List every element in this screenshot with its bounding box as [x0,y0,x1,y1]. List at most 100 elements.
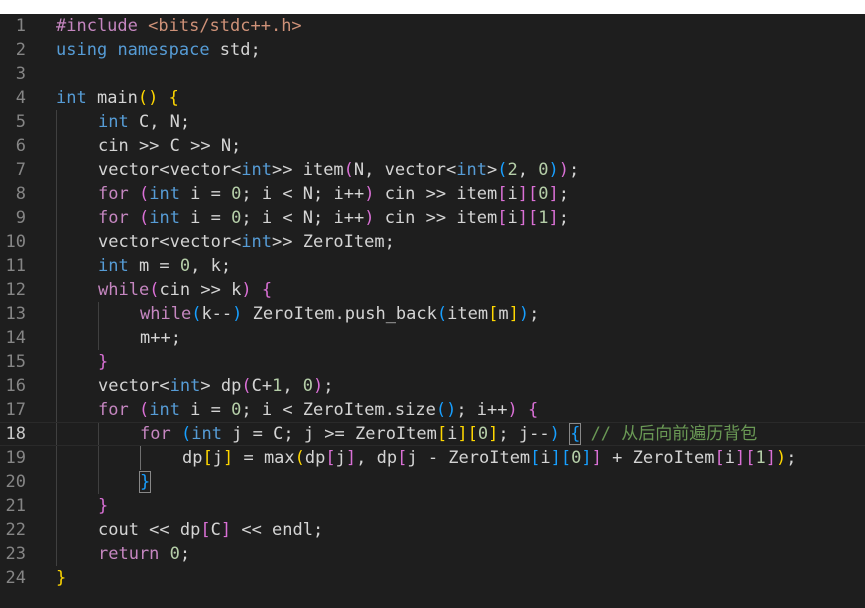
code-token: i [724,448,736,468]
code-token: j [335,448,346,468]
code-token: ; [558,184,570,204]
code-line[interactable]: 11 int m = 0, k; [0,254,865,278]
line-number: 17 [5,400,26,420]
code-line[interactable]: 15} [0,350,865,374]
code-text: for (int i = 0; i < ZeroItem.size(); i++… [98,398,538,422]
code-token: << endl; [231,520,324,540]
code-line[interactable]: 16 vector<int> dp(C+1, 0); [0,374,865,398]
code-token: m = [128,256,180,276]
code-token: item [447,304,489,324]
code-token: () [435,400,457,420]
code-token: } [98,496,109,516]
code-token: for [98,208,129,228]
code-text: while(k--) ZeroItem.push_back(item[m]); [140,302,539,326]
code-text: #include <bits/stdc++.h> [56,14,302,38]
line-number: 24 [5,568,26,588]
code-token: ) [241,280,252,300]
code-token: ] [345,448,357,468]
code-token: [ [397,448,408,468]
code-line[interactable]: 2 using namespace std; [0,38,865,62]
code-token: ; [179,544,191,564]
line-number: 13 [5,304,26,324]
code-token: + ZeroItem [601,448,715,468]
code-token: ( [241,376,252,396]
code-token: 1 [272,376,283,396]
line-number: 9 [15,208,26,228]
code-token: ( [180,424,192,444]
code-line[interactable]: 18 for (int j = C; j >= ZeroItem[i][0]; j… [0,422,865,446]
code-token: ] [765,448,777,468]
code-token: i [540,448,551,468]
code-token: i [507,208,518,228]
code-text: for (int i = 0; i < N; i++) cin >> item[… [98,182,569,206]
code-line[interactable]: 7 vector<vector<int>> item(N, vector<int>… [0,158,865,182]
code-token: for [98,400,129,420]
code-token: cin >> k [159,280,242,300]
code-token: ] [222,448,234,468]
code-token: ] [550,448,561,468]
code-token: j = C; j >= ZeroItem [221,424,437,444]
code-line[interactable]: 12 while(cin >> k) { [0,278,865,302]
code-token: ] [548,184,559,204]
code-token: ) [776,448,787,468]
code-token: ] [508,304,519,324]
code-token: , k; [190,256,232,276]
code-token: while [98,280,150,300]
code-token: int [149,184,180,204]
code-token: ; i < ZeroItem.size [241,400,436,420]
code-token: main [86,88,138,108]
code-line[interactable]: 1 #include <bits/stdc++.h> [0,14,865,38]
code-token: 0 [169,544,180,564]
code-token: ] [591,448,602,468]
code-line[interactable]: 8 for (int i = 0; i < N; i++) cin >> item… [0,182,865,206]
code-line[interactable]: 14 m++; [0,326,865,350]
code-token: () [137,88,159,108]
code-token: ( [436,304,448,324]
code-line[interactable]: 4 int main() { [0,86,865,110]
code-token: } [138,471,152,493]
code-line[interactable]: 20} [0,470,865,494]
line-number: 7 [15,160,26,180]
code-token: [ [530,448,541,468]
code-line[interactable]: 21} [0,494,865,518]
code-line[interactable]: 9 for (int i = 0; i < N; i++) cin >> item… [0,206,865,230]
code-token: cin >> item [374,208,498,228]
code-token: ; i < N; i++ [241,184,365,204]
code-text: vector<vector<int>> item(N, vector<int>(… [98,158,579,182]
code-token: ; i < N; i++ [241,208,365,228]
code-token: ; [786,448,797,468]
code-token: ) [507,400,518,420]
code-token: [ [714,448,725,468]
code-token: ( [138,400,150,420]
code-line[interactable]: 10 vector<vector<int>> ZeroItem; [0,230,865,254]
code-token: ZeroItem.push_back [242,304,437,324]
code-token: ) [548,160,559,180]
code-token: for [140,424,171,444]
code-token: [ [497,208,508,228]
code-token: [ [202,448,213,468]
code-token: i [447,424,458,444]
code-line[interactable]: 22 cout << dp[C] << endl; [0,518,865,542]
code-line[interactable]: 3 [0,62,865,86]
code-token: ] [488,424,499,444]
code-token: int [98,112,129,132]
code-line[interactable]: 19 dp[j] = max(dp[j], dp[j - ZeroItem[i][… [0,446,865,470]
code-line[interactable]: 17 for (int i = 0; i < ZeroItem.size(); i… [0,398,865,422]
code-token: int [98,256,129,276]
code-token: i = [179,208,232,228]
code-editor[interactable]: 1 #include <bits/stdc++.h> 2 using namespac… [0,14,865,608]
code-line[interactable]: 23 return 0; [0,542,865,566]
code-token: >> item [272,160,344,180]
code-line[interactable]: 6 cin >> C >> N; [0,134,865,158]
code-token: ; [558,208,570,228]
code-token: ( [149,280,160,300]
code-token: } [56,568,67,588]
code-token: { [261,280,273,300]
code-line[interactable]: 5 int C, N; [0,110,865,134]
code-line[interactable]: 13 while(k--) ZeroItem.push_back(item[m])… [0,302,865,326]
code-line[interactable]: 24} [0,566,865,590]
code-token: 0 [231,184,242,204]
